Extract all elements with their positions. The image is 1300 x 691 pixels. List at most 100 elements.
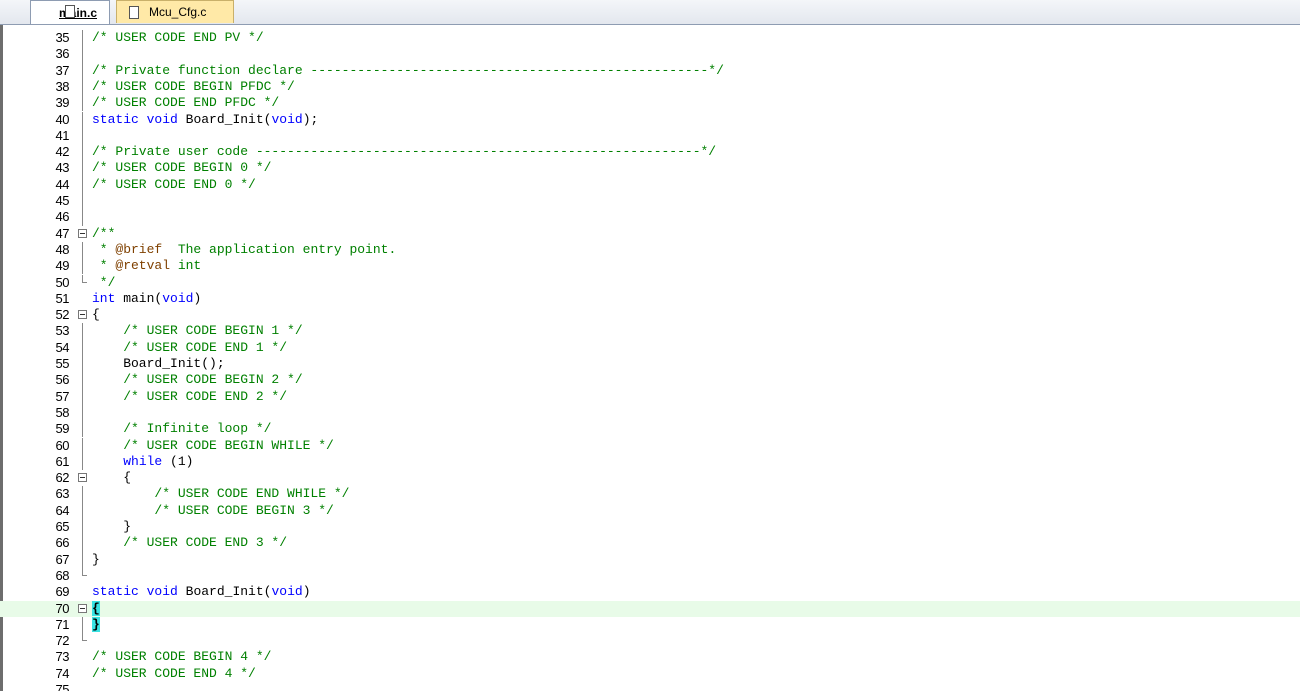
code-line[interactable]: 41: [0, 127, 1300, 145]
code-token: /* USER CODE END 4 */: [92, 665, 256, 681]
fold-toggle-icon[interactable]: [78, 470, 90, 486]
line-number: 52: [55, 307, 70, 323]
code-line[interactable]: 69 static void Board_Init(void): [0, 584, 1300, 600]
code-line[interactable]: 57 /* USER CODE END 2 */: [0, 388, 1300, 405]
fold-toggle-icon[interactable]: [78, 307, 90, 323]
code-token: /**: [92, 225, 116, 241]
code-line[interactable]: 50 */: [0, 274, 1300, 291]
fold-guide: [78, 46, 90, 63]
code-line[interactable]: 61 while (1): [0, 453, 1300, 471]
code-token: /* Infinite loop */: [92, 421, 272, 437]
line-number: 39: [55, 95, 70, 111]
code-line[interactable]: 73 /* USER CODE BEGIN 4 */: [0, 649, 1300, 665]
tab-main-c[interactable]: main.c: [30, 0, 110, 24]
code-token: /* USER CODE BEGIN 2 */: [92, 372, 303, 388]
code-line[interactable]: 47 /**: [0, 226, 1300, 242]
code-token: (1): [162, 453, 194, 469]
code-line[interactable]: 43 /* USER CODE BEGIN 0 */: [0, 160, 1300, 177]
code-token: /* USER CODE BEGIN PFDC */: [92, 78, 295, 94]
code-line[interactable]: 65 }: [0, 519, 1300, 536]
fold-guide: [78, 241, 90, 259]
tab-label: Mcu_Cfg.c: [149, 5, 207, 19]
code-editor[interactable]: 35 /* USER CODE END PV */ 36 37 /* Private f…: [0, 25, 1300, 691]
code-token: {: [92, 600, 100, 616]
fold-guide: [78, 502, 90, 519]
code-line[interactable]: 35 /* USER CODE END PV */: [0, 30, 1300, 47]
code-line[interactable]: 55 Board_Init();: [0, 356, 1300, 373]
code-text: /* USER CODE BEGIN 2 */: [92, 372, 303, 388]
line-number: 43: [55, 160, 70, 176]
code-line[interactable]: 58: [0, 404, 1300, 422]
code-text: int main(void): [92, 291, 201, 307]
code-line[interactable]: 45: [0, 193, 1300, 210]
code-token: static: [92, 584, 139, 600]
fold-guide: [78, 323, 90, 340]
code-line[interactable]: 53 /* USER CODE BEGIN 1 */: [0, 323, 1300, 340]
code-line[interactable]: 51 int main(void): [0, 291, 1300, 307]
fold-guide: [78, 193, 90, 210]
code-token: Board_Init();: [92, 356, 225, 371]
code-line[interactable]: 62 {: [0, 470, 1300, 486]
code-line[interactable]: 71}: [0, 616, 1300, 634]
line-number: 57: [55, 388, 70, 404]
code-token: static: [92, 111, 139, 127]
line-number: 51: [55, 290, 70, 306]
code-line[interactable]: 49 * @retval int: [0, 258, 1300, 275]
code-token: /* USER CODE END 1 */: [92, 339, 288, 355]
code-line[interactable]: 42 /* Private user code -----------------…: [0, 144, 1300, 161]
code-line[interactable]: 74 /* USER CODE END 4 */: [0, 666, 1300, 682]
code-line[interactable]: 72: [0, 633, 1300, 649]
code-line[interactable]: 64 /* USER CODE BEGIN 3 */: [0, 502, 1300, 519]
code-line[interactable]: 75: [0, 682, 1300, 691]
code-line[interactable]: 66 /* USER CODE END 3 */: [0, 535, 1300, 552]
line-number: 37: [55, 62, 70, 78]
code-line[interactable]: 56 /* USER CODE BEGIN 2 */: [0, 372, 1300, 389]
code-token: /* USER CODE END 3 */: [92, 535, 288, 551]
code-line[interactable]: 39 /* USER CODE END PFDC */: [0, 95, 1300, 112]
tab-mcu-cfg-c[interactable]: Mcu_Cfg.c: [116, 0, 234, 23]
line-number: 75: [55, 682, 70, 691]
code-line[interactable]: 40 static void Board_Init(void);: [0, 111, 1300, 128]
line-number: 58: [55, 404, 70, 420]
code-line[interactable]: 67}: [0, 551, 1300, 568]
code-line[interactable]: 68: [0, 567, 1300, 584]
code-line[interactable]: 52 {: [0, 307, 1300, 323]
code-line[interactable]: 48 * @brief The application entry point.: [0, 241, 1300, 259]
code-line[interactable]: 44 /* USER CODE END 0 */: [0, 176, 1300, 193]
code-line[interactable]: 70 {: [0, 600, 1300, 617]
code-token: /* USER CODE BEGIN WHILE */: [92, 437, 334, 453]
code-line[interactable]: 37 /* Private function declare ----------…: [0, 62, 1300, 79]
code-token: int: [92, 290, 116, 306]
line-number: 61: [55, 453, 70, 469]
code-line[interactable]: 38 /* USER CODE BEGIN PFDC */: [0, 78, 1300, 96]
file-icon: [129, 5, 139, 19]
code-line[interactable]: 46: [0, 209, 1300, 226]
fold-guide: [78, 258, 90, 275]
code-text: }: [92, 519, 131, 535]
code-editor-window: main.c Mcu_Cfg.c 35 /* USER CODE END PV *…: [0, 0, 1300, 691]
code-line[interactable]: 54 /* USER CODE END 1 */: [0, 339, 1300, 356]
code-line[interactable]: 59 /* Infinite loop */: [0, 421, 1300, 438]
fold-guide: [78, 372, 90, 389]
code-text: /* USER CODE BEGIN 1 */: [92, 323, 302, 339]
line-number: 42: [55, 144, 70, 160]
fold-guide: [78, 62, 90, 79]
code-token: Board_Init(: [177, 584, 272, 600]
code-text: /* USER CODE END PFDC */: [92, 95, 279, 111]
code-text: {: [92, 600, 100, 617]
line-number: 73: [55, 649, 70, 665]
fold-guide: [78, 160, 90, 177]
code-token: {: [92, 307, 100, 323]
code-text: /* Private user code -------------------…: [92, 144, 716, 160]
line-number: 44: [55, 176, 70, 192]
code-line[interactable]: 36: [0, 46, 1300, 63]
line-number: 35: [55, 30, 70, 45]
code-token: *: [92, 258, 116, 274]
code-text: * @retval int: [92, 258, 201, 274]
code-line[interactable]: 60 /* USER CODE BEGIN WHILE */: [0, 437, 1300, 454]
code-line[interactable]: 63 /* USER CODE END WHILE */: [0, 486, 1300, 503]
fold-toggle-icon[interactable]: [78, 226, 90, 242]
fold-guide: [78, 274, 90, 291]
fold-toggle-icon[interactable]: [78, 601, 90, 617]
